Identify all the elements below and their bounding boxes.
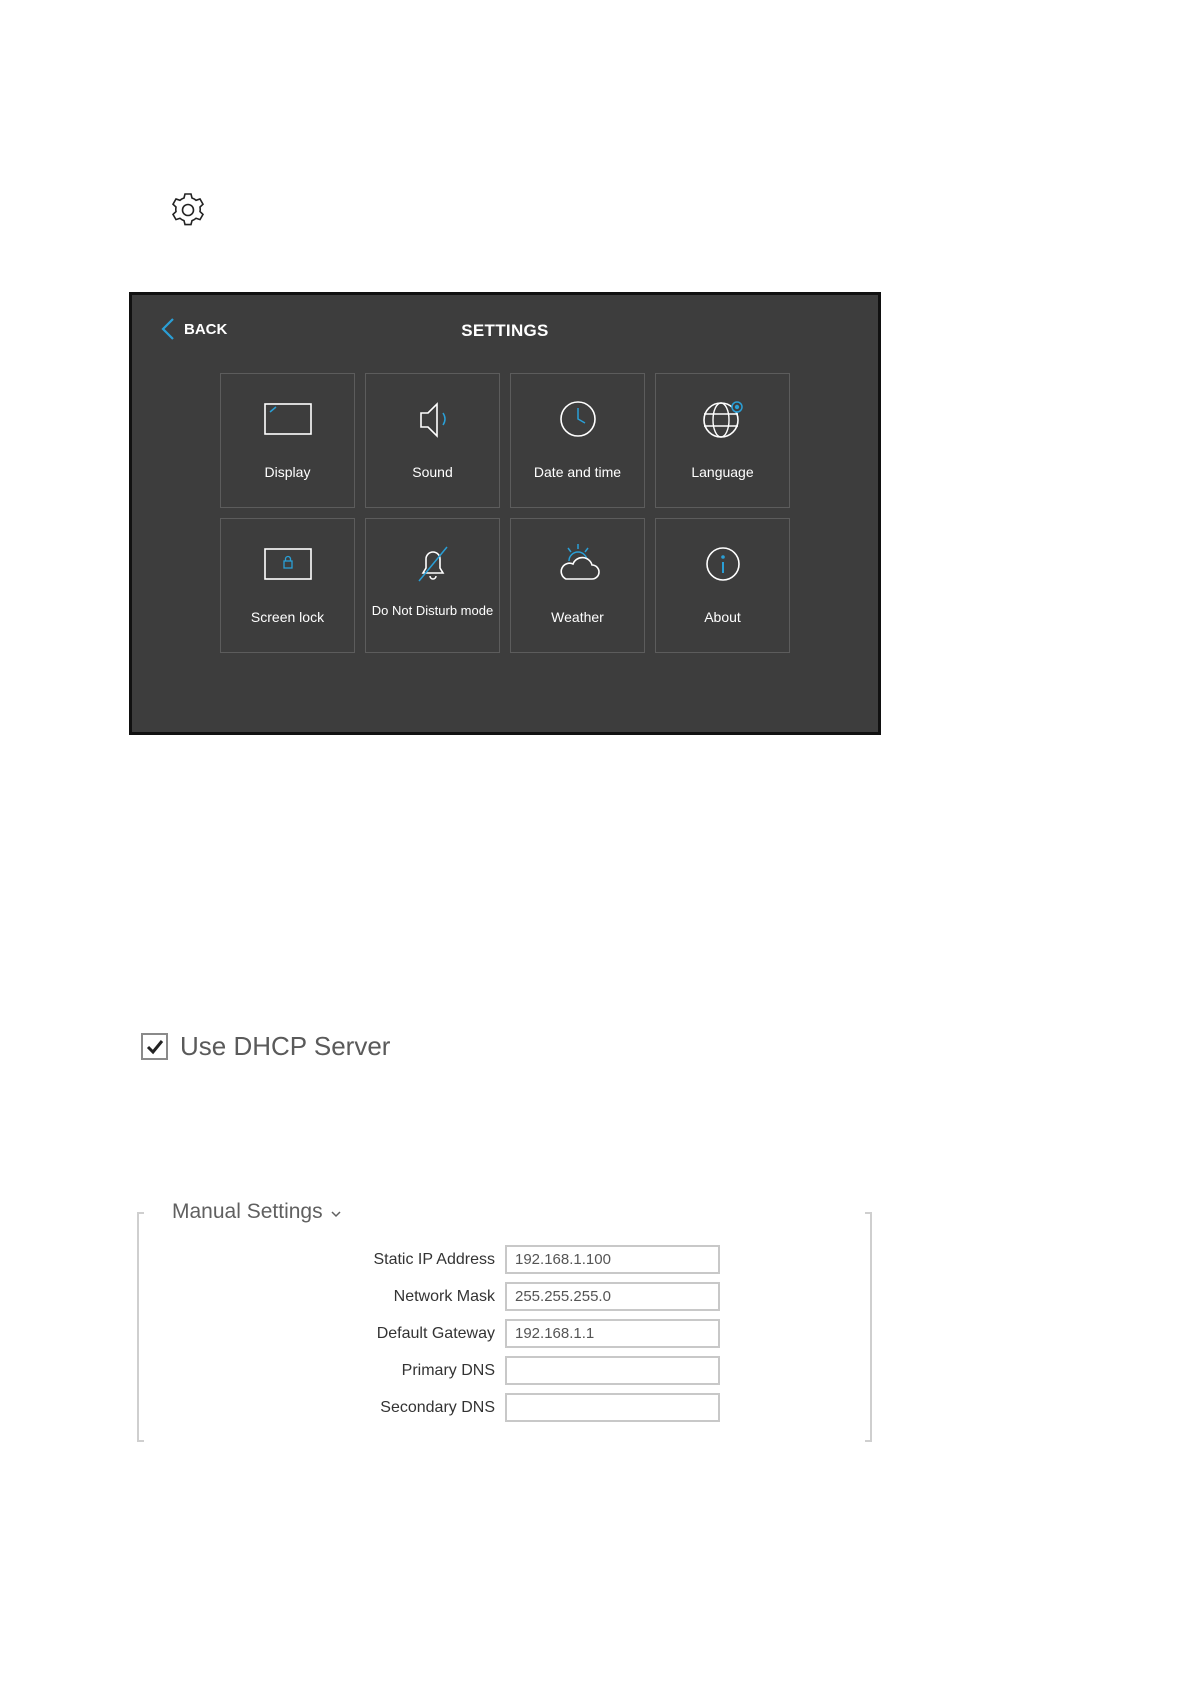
page-title: SETTINGS [461, 321, 549, 340]
tile-language[interactable]: Language [655, 373, 790, 508]
tile-label: Display [264, 464, 311, 480]
checkbox-box[interactable] [141, 1033, 168, 1060]
weather-icon [559, 544, 600, 580]
group-border-left [137, 1212, 144, 1442]
settings-panel: BACK SETTINGS Display Sound Date and tim… [129, 292, 881, 735]
settings-tiles: Display Sound Date and time Language Scr… [220, 373, 800, 653]
default-gateway-input[interactable] [505, 1319, 720, 1348]
gear-icon [168, 190, 208, 230]
tile-display[interactable]: Display [220, 373, 355, 508]
tile-sound[interactable]: Sound [365, 373, 500, 508]
group-border-right [865, 1212, 872, 1442]
static-ip-input[interactable] [505, 1245, 720, 1274]
tile-label: Do Not Disturb mode [371, 603, 494, 618]
bell-off-icon [417, 546, 448, 582]
tile-do-not-disturb[interactable]: Do Not Disturb mode [365, 518, 500, 653]
tile-date-time[interactable]: Date and time [510, 373, 645, 508]
tile-label: About [704, 609, 741, 625]
manual-settings-form: Static IP Address Network Mask Default G… [300, 1241, 730, 1426]
globe-icon [702, 401, 743, 438]
use-dhcp-checkbox[interactable]: Use DHCP Server [141, 1031, 390, 1062]
form-row-static-ip: Static IP Address [300, 1241, 730, 1278]
tile-weather[interactable]: Weather [510, 518, 645, 653]
tile-label: Date and time [533, 464, 622, 480]
form-row-primary-dns: Primary DNS [300, 1352, 730, 1389]
tile-label: Weather [551, 609, 604, 625]
dhcp-label: Use DHCP Server [180, 1031, 391, 1061]
lock-screen-icon [263, 548, 312, 580]
secondary-dns-input[interactable] [505, 1393, 720, 1422]
display-icon [263, 403, 312, 435]
form-row-default-gateway: Default Gateway [300, 1315, 730, 1352]
primary-dns-label: Primary DNS [401, 1361, 495, 1379]
info-icon [705, 547, 740, 581]
tile-screen-lock[interactable]: Screen lock [220, 518, 355, 653]
tile-label: Language [691, 464, 754, 480]
chevron-down-icon [331, 1211, 341, 1218]
tile-label: Screen lock [250, 609, 325, 625]
tile-about[interactable]: About [655, 518, 790, 653]
tile-label: Sound [412, 464, 453, 480]
manual-settings-toggle[interactable]: Manual Settings [172, 1200, 341, 1224]
primary-dns-input[interactable] [505, 1356, 720, 1385]
network-mask-label: Network Mask [393, 1287, 495, 1305]
form-row-network-mask: Network Mask [300, 1278, 730, 1315]
group-title: Manual Settings [172, 1200, 323, 1223]
clock-icon [559, 401, 596, 437]
secondary-dns-label: Secondary DNS [380, 1398, 495, 1416]
network-mask-input[interactable] [505, 1282, 720, 1311]
speaker-icon [419, 402, 446, 438]
checkmark-icon [146, 1039, 163, 1054]
default-gateway-label: Default Gateway [376, 1324, 495, 1342]
form-row-secondary-dns: Secondary DNS [300, 1389, 730, 1426]
static-ip-label: Static IP Address [373, 1250, 495, 1268]
